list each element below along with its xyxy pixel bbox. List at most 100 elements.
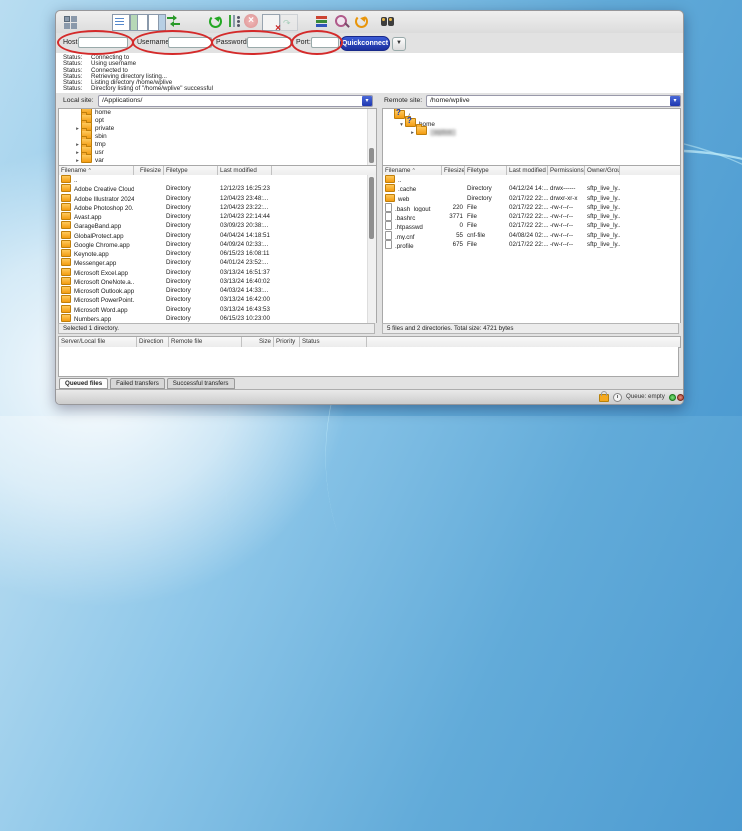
compare-icon[interactable] bbox=[334, 14, 350, 29]
column-header-server-local-file[interactable]: Server/Local file bbox=[59, 337, 137, 347]
file-row[interactable]: Avast.app Directory 12/04/23 22:14:44 bbox=[59, 212, 376, 221]
file-row[interactable]: Messenger.app Directory 04/01/24 23:52:.… bbox=[59, 258, 376, 267]
disconnect-icon[interactable] bbox=[262, 14, 280, 31]
quickconnect-button[interactable]: Quickconnect bbox=[340, 36, 390, 51]
column-header-direction[interactable]: Direction bbox=[137, 337, 169, 347]
folder-icon bbox=[61, 295, 71, 303]
tree-item-opt[interactable]: opt bbox=[59, 114, 376, 122]
filesize-cell bbox=[134, 194, 164, 203]
file-row[interactable]: Numbers.app Directory 06/15/23 10:23:00 bbox=[59, 314, 376, 323]
file-row[interactable]: Google Chrome.app Directory 04/09/24 02:… bbox=[59, 240, 376, 249]
file-row[interactable]: .. bbox=[383, 175, 680, 184]
permissions-cell: drwxr-xr-x bbox=[548, 194, 585, 203]
file-row[interactable]: Keynote.app Directory 06/15/23 16:08:11 bbox=[59, 249, 376, 258]
tree-item-var[interactable]: ▸var bbox=[59, 154, 376, 162]
tree-item-private[interactable]: ▸private bbox=[59, 122, 376, 130]
filename-cell: .my.cnf bbox=[383, 231, 442, 240]
local-list-scrollbar[interactable] bbox=[367, 175, 376, 323]
filename-cell: .htpasswd bbox=[383, 221, 442, 230]
filesize-cell bbox=[134, 184, 164, 193]
refresh-icon[interactable] bbox=[208, 14, 224, 29]
remote-tree-icon[interactable] bbox=[148, 14, 166, 31]
transfer-queue-icon[interactable] bbox=[166, 14, 182, 29]
cancel-icon[interactable] bbox=[244, 14, 258, 28]
modified-cell: 04/09/24 02:33:... bbox=[218, 240, 272, 249]
file-row[interactable]: .my.cnf 55 cnf-file 04/08/24 02:... -rw-… bbox=[383, 231, 680, 240]
filetype-cell: Directory bbox=[164, 286, 218, 295]
remote-site-combobox[interactable]: /home/wplive ▾ bbox=[426, 95, 681, 107]
file-row[interactable]: Microsoft Word.app Directory 03/13/24 16… bbox=[59, 305, 376, 314]
filetype-cell: Directory bbox=[164, 268, 218, 277]
filesize-cell bbox=[134, 175, 164, 184]
tree-item-root[interactable]: / bbox=[383, 110, 680, 118]
filename-cell: web bbox=[383, 194, 442, 203]
file-row[interactable]: web Directory 02/17/22 22:... drwxr-xr-x… bbox=[383, 194, 680, 203]
reconnect-icon[interactable] bbox=[280, 14, 298, 31]
file-row[interactable]: .profile 675 File 02/17/22 22:... -rw-r-… bbox=[383, 240, 680, 249]
tree-item-sbin[interactable]: sbin bbox=[59, 130, 376, 138]
scrollbar-thumb[interactable] bbox=[369, 177, 374, 239]
file-row[interactable]: Microsoft PowerPoint... Directory 03/13/… bbox=[59, 295, 376, 304]
expand-arrow-icon[interactable]: ▸ bbox=[409, 129, 416, 137]
file-row[interactable]: .. bbox=[59, 175, 376, 184]
local-site-label: Local site: bbox=[63, 97, 94, 104]
find-icon[interactable] bbox=[380, 14, 396, 29]
tab-failed-transfers[interactable]: Failed transfers bbox=[110, 378, 165, 389]
file-row[interactable]: .cache Directory 04/12/24 14:... drwx---… bbox=[383, 184, 680, 193]
column-header-status[interactable]: Status bbox=[300, 337, 367, 347]
tree-item-usr[interactable]: ▸usr bbox=[59, 146, 376, 154]
modified-cell bbox=[218, 175, 272, 184]
file-row[interactable]: Microsoft Excel.app Directory 03/13/24 1… bbox=[59, 268, 376, 277]
folder-icon bbox=[416, 126, 427, 135]
tab-queued-files[interactable]: Queued files bbox=[59, 378, 108, 389]
file-row[interactable]: .bash_logout 220 File 02/17/22 22:... -r… bbox=[383, 203, 680, 212]
file-row[interactable]: Microsoft Outlook.app Directory 04/03/24… bbox=[59, 286, 376, 295]
local-file-list: .. Adobe Creative Cloud Directory 12/12/… bbox=[58, 175, 377, 323]
filter-icon[interactable] bbox=[314, 14, 330, 29]
tree-item-remote-home[interactable]: ▾home bbox=[383, 118, 680, 126]
file-row[interactable]: Adobe Creative Cloud Directory 12/12/23 … bbox=[59, 184, 376, 193]
filetype-cell: Directory bbox=[164, 305, 218, 314]
transfer-queue-list[interactable] bbox=[58, 347, 679, 377]
tree-item-wplive[interactable]: ▸wplive bbox=[383, 126, 680, 134]
annotation-ellipse-password bbox=[211, 30, 293, 55]
filename-cell: Microsoft Excel.app bbox=[59, 268, 134, 277]
owner-cell: sftp_live_ly... bbox=[585, 184, 620, 193]
file-row[interactable]: .bashrc 3771 File 02/17/22 22:... -rw-r-… bbox=[383, 212, 680, 221]
tab-successful-transfers[interactable]: Successful transfers bbox=[167, 378, 235, 389]
local-tree-icon[interactable] bbox=[130, 14, 148, 31]
column-header-priority[interactable]: Priority bbox=[274, 337, 300, 347]
filename-cell: Microsoft Word.app bbox=[59, 305, 134, 314]
quickconnect-dropdown-icon[interactable]: ▼ bbox=[392, 37, 406, 51]
filetype-cell: File bbox=[465, 221, 507, 230]
file-row[interactable]: Microsoft OneNote.a... Directory 03/13/2… bbox=[59, 277, 376, 286]
modified-cell: 12/04/23 22:14:44 bbox=[218, 212, 272, 221]
file-row[interactable]: GarageBand.app Directory 03/09/23 20:38:… bbox=[59, 221, 376, 230]
remote-site-dropdown-icon[interactable]: ▾ bbox=[670, 96, 680, 106]
filetype-cell bbox=[164, 175, 218, 184]
column-header-size[interactable]: Size bbox=[242, 337, 274, 347]
file-row[interactable]: Adobe Photoshop 20... Directory 12/04/23… bbox=[59, 203, 376, 212]
process-queue-icon[interactable] bbox=[226, 14, 242, 29]
lock-icon bbox=[599, 394, 609, 402]
filetype-cell: Directory bbox=[465, 184, 507, 193]
modified-cell: 02/17/22 22:... bbox=[507, 212, 548, 221]
message-log-icon[interactable] bbox=[112, 14, 130, 31]
owner-cell bbox=[585, 175, 620, 184]
filename-cell: Adobe Creative Cloud bbox=[59, 184, 134, 193]
status-prefix: Status: bbox=[63, 86, 82, 92]
synchronized-browsing-icon[interactable] bbox=[354, 14, 370, 29]
site-manager-icon[interactable] bbox=[62, 14, 78, 29]
filename-cell: Keynote.app bbox=[59, 249, 134, 258]
file-row[interactable]: Adobe Illustrator 2024 Directory 12/04/2… bbox=[59, 194, 376, 203]
filetype-cell: Directory bbox=[164, 295, 218, 304]
folder-icon bbox=[61, 175, 71, 183]
file-row[interactable]: GlobalProtect.app Directory 04/04/24 14:… bbox=[59, 231, 376, 240]
local-site-dropdown-icon[interactable]: ▾ bbox=[362, 96, 372, 106]
column-header-remote-file[interactable]: Remote file bbox=[169, 337, 242, 347]
file-row[interactable]: .htpasswd 0 File 02/17/22 22:... -rw-r--… bbox=[383, 221, 680, 230]
expand-arrow-icon[interactable]: ▸ bbox=[74, 157, 81, 165]
file-icon bbox=[385, 203, 392, 212]
tree-item-tmp[interactable]: ▸tmp bbox=[59, 138, 376, 146]
local-site-combobox[interactable]: /Applications/ ▾ bbox=[98, 95, 373, 107]
